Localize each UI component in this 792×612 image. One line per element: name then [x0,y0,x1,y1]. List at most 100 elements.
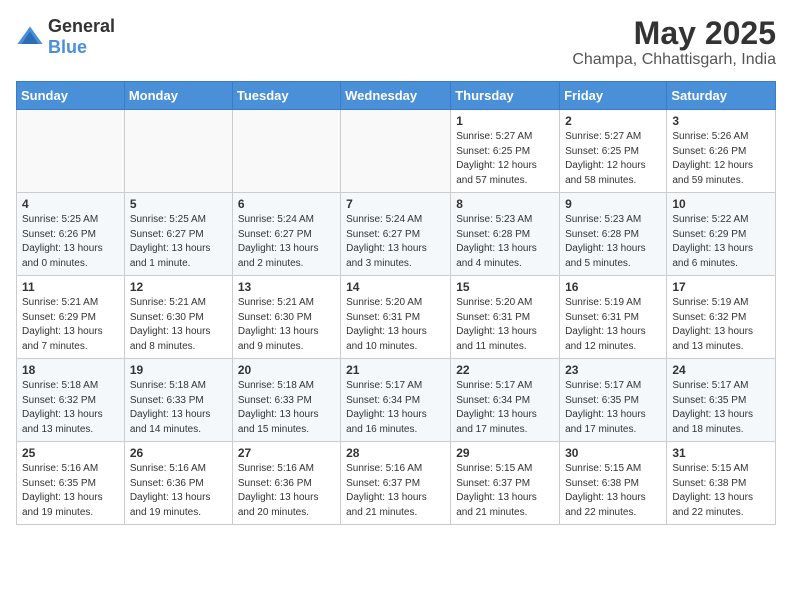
day-info: Sunrise: 5:20 AM Sunset: 6:31 PM Dayligh… [346,296,445,354]
day-info: Sunrise: 5:20 AM Sunset: 6:31 PM Dayligh… [456,296,554,354]
title-block: May 2025 Champa, Chhattisgarh, India [572,16,776,69]
calendar-cell: 27 Sunrise: 5:16 AM Sunset: 6:36 PM Dayli… [232,442,340,525]
calendar-cell [232,110,340,193]
day-number: 26 [130,446,227,460]
calendar-cell: 1 Sunrise: 5:27 AM Sunset: 6:25 PM Daylig… [451,110,560,193]
calendar-cell: 9 Sunrise: 5:23 AM Sunset: 6:28 PM Daylig… [560,193,667,276]
logo-blue: Blue [48,37,87,57]
day-number: 15 [456,280,554,294]
day-info: Sunrise: 5:23 AM Sunset: 6:28 PM Dayligh… [565,213,661,271]
calendar-cell: 17 Sunrise: 5:19 AM Sunset: 6:32 PM Dayli… [667,276,776,359]
calendar-cell: 21 Sunrise: 5:17 AM Sunset: 6:34 PM Dayli… [341,359,451,442]
weekday-header-sunday: Sunday [17,82,125,110]
calendar-week-row: 25 Sunrise: 5:16 AM Sunset: 6:35 PM Dayli… [17,442,776,525]
day-number: 11 [22,280,119,294]
day-number: 24 [672,363,770,377]
calendar-cell: 26Sunrise: 5:16 AM Sunset: 6:36 PM Dayli… [124,442,232,525]
day-info: Sunrise: 5:23 AM Sunset: 6:28 PM Dayligh… [456,213,554,271]
day-info: Sunrise: 5:16 AM Sunset: 6:35 PM Dayligh… [22,462,119,520]
day-number: 9 [565,197,661,211]
calendar-cell: 4Sunrise: 5:25 AM Sunset: 6:26 PM Daylig… [17,193,125,276]
day-info: Sunrise: 5:18 AM Sunset: 6:32 PM Dayligh… [22,379,119,437]
weekday-header-row: SundayMondayTuesdayWednesdayThursdayFrid… [17,82,776,110]
calendar-cell: 19Sunrise: 5:18 AM Sunset: 6:33 PM Dayli… [124,359,232,442]
day-number: 14 [346,280,445,294]
logo-general: General [48,16,115,36]
logo-icon [16,23,44,51]
day-info: Sunrise: 5:21 AM Sunset: 6:29 PM Dayligh… [22,296,119,354]
day-number: 23 [565,363,661,377]
month-title: May 2025 [572,16,776,51]
day-info: Sunrise: 5:16 AM Sunset: 6:37 PM Dayligh… [346,462,445,520]
day-number: 8 [456,197,554,211]
day-number: 29 [456,446,554,460]
calendar-week-row: 18 Sunrise: 5:18 AM Sunset: 6:32 PM Dayli… [17,359,776,442]
day-info: Sunrise: 5:17 AM Sunset: 6:34 PM Dayligh… [346,379,445,437]
day-number: 3 [672,114,770,128]
weekday-header-monday: Monday [124,82,232,110]
day-number: 1 [456,114,554,128]
calendar-week-row: 11 Sunrise: 5:21 AM Sunset: 6:29 PM Dayli… [17,276,776,359]
day-number: 19 [130,363,227,377]
calendar-cell: 7Sunrise: 5:24 AM Sunset: 6:27 PM Daylig… [341,193,451,276]
day-info: Sunrise: 5:17 AM Sunset: 6:35 PM Dayligh… [565,379,661,437]
calendar-cell [124,110,232,193]
calendar-table: SundayMondayTuesdayWednesdayThursdayFrid… [16,81,776,525]
day-number: 13 [238,280,335,294]
day-number: 21 [346,363,445,377]
calendar-cell: 15 Sunrise: 5:20 AM Sunset: 6:31 PM Dayli… [451,276,560,359]
day-info: Sunrise: 5:22 AM Sunset: 6:29 PM Dayligh… [672,213,770,271]
day-info: Sunrise: 5:15 AM Sunset: 6:37 PM Dayligh… [456,462,554,520]
day-info: Sunrise: 5:21 AM Sunset: 6:30 PM Dayligh… [130,296,227,354]
day-number: 4 [22,197,119,211]
day-info: Sunrise: 5:19 AM Sunset: 6:32 PM Dayligh… [672,296,770,354]
day-number: 17 [672,280,770,294]
calendar-cell: 31Sunrise: 5:15 AM Sunset: 6:38 PM Dayli… [667,442,776,525]
calendar-cell: 8 Sunrise: 5:23 AM Sunset: 6:28 PM Daylig… [451,193,560,276]
weekday-header-friday: Friday [560,82,667,110]
day-number: 28 [346,446,445,460]
day-number: 25 [22,446,119,460]
weekday-header-wednesday: Wednesday [341,82,451,110]
day-number: 18 [22,363,119,377]
calendar-week-row: 1 Sunrise: 5:27 AM Sunset: 6:25 PM Daylig… [17,110,776,193]
day-info: Sunrise: 5:27 AM Sunset: 6:25 PM Dayligh… [456,130,554,188]
day-info: Sunrise: 5:16 AM Sunset: 6:36 PM Dayligh… [238,462,335,520]
calendar-cell: 18 Sunrise: 5:18 AM Sunset: 6:32 PM Dayli… [17,359,125,442]
day-number: 5 [130,197,227,211]
calendar-cell: 14 Sunrise: 5:20 AM Sunset: 6:31 PM Dayli… [341,276,451,359]
day-info: Sunrise: 5:25 AM Sunset: 6:27 PM Dayligh… [130,213,227,271]
calendar-cell: 20 Sunrise: 5:18 AM Sunset: 6:33 PM Dayli… [232,359,340,442]
day-info: Sunrise: 5:19 AM Sunset: 6:31 PM Dayligh… [565,296,661,354]
calendar-cell: 3 Sunrise: 5:26 AM Sunset: 6:26 PM Daylig… [667,110,776,193]
location-title: Champa, Chhattisgarh, India [572,51,776,69]
day-number: 10 [672,197,770,211]
day-number: 7 [346,197,445,211]
day-info: Sunrise: 5:17 AM Sunset: 6:34 PM Dayligh… [456,379,554,437]
day-number: 31 [672,446,770,460]
calendar-cell: 2Sunrise: 5:27 AM Sunset: 6:25 PM Daylig… [560,110,667,193]
calendar-cell: 6 Sunrise: 5:24 AM Sunset: 6:27 PM Daylig… [232,193,340,276]
weekday-header-tuesday: Tuesday [232,82,340,110]
calendar-cell: 16 Sunrise: 5:19 AM Sunset: 6:31 PM Dayli… [560,276,667,359]
calendar-cell: 10 Sunrise: 5:22 AM Sunset: 6:29 PM Dayli… [667,193,776,276]
day-number: 16 [565,280,661,294]
calendar-cell: 28 Sunrise: 5:16 AM Sunset: 6:37 PM Dayli… [341,442,451,525]
day-number: 12 [130,280,227,294]
weekday-header-saturday: Saturday [667,82,776,110]
day-number: 6 [238,197,335,211]
day-info: Sunrise: 5:26 AM Sunset: 6:26 PM Dayligh… [672,130,770,188]
day-info: Sunrise: 5:18 AM Sunset: 6:33 PM Dayligh… [238,379,335,437]
weekday-header-thursday: Thursday [451,82,560,110]
page-header: General Blue May 2025 Champa, Chhattisga… [16,16,776,69]
calendar-cell: 30Sunrise: 5:15 AM Sunset: 6:38 PM Dayli… [560,442,667,525]
day-number: 27 [238,446,335,460]
day-number: 20 [238,363,335,377]
calendar-cell: 5 Sunrise: 5:25 AM Sunset: 6:27 PM Daylig… [124,193,232,276]
day-number: 30 [565,446,661,460]
day-info: Sunrise: 5:17 AM Sunset: 6:35 PM Dayligh… [672,379,770,437]
day-info: Sunrise: 5:27 AM Sunset: 6:25 PM Dayligh… [565,130,661,188]
day-info: Sunrise: 5:24 AM Sunset: 6:27 PM Dayligh… [238,213,335,271]
day-number: 22 [456,363,554,377]
calendar-cell: 23 Sunrise: 5:17 AM Sunset: 6:35 PM Dayli… [560,359,667,442]
